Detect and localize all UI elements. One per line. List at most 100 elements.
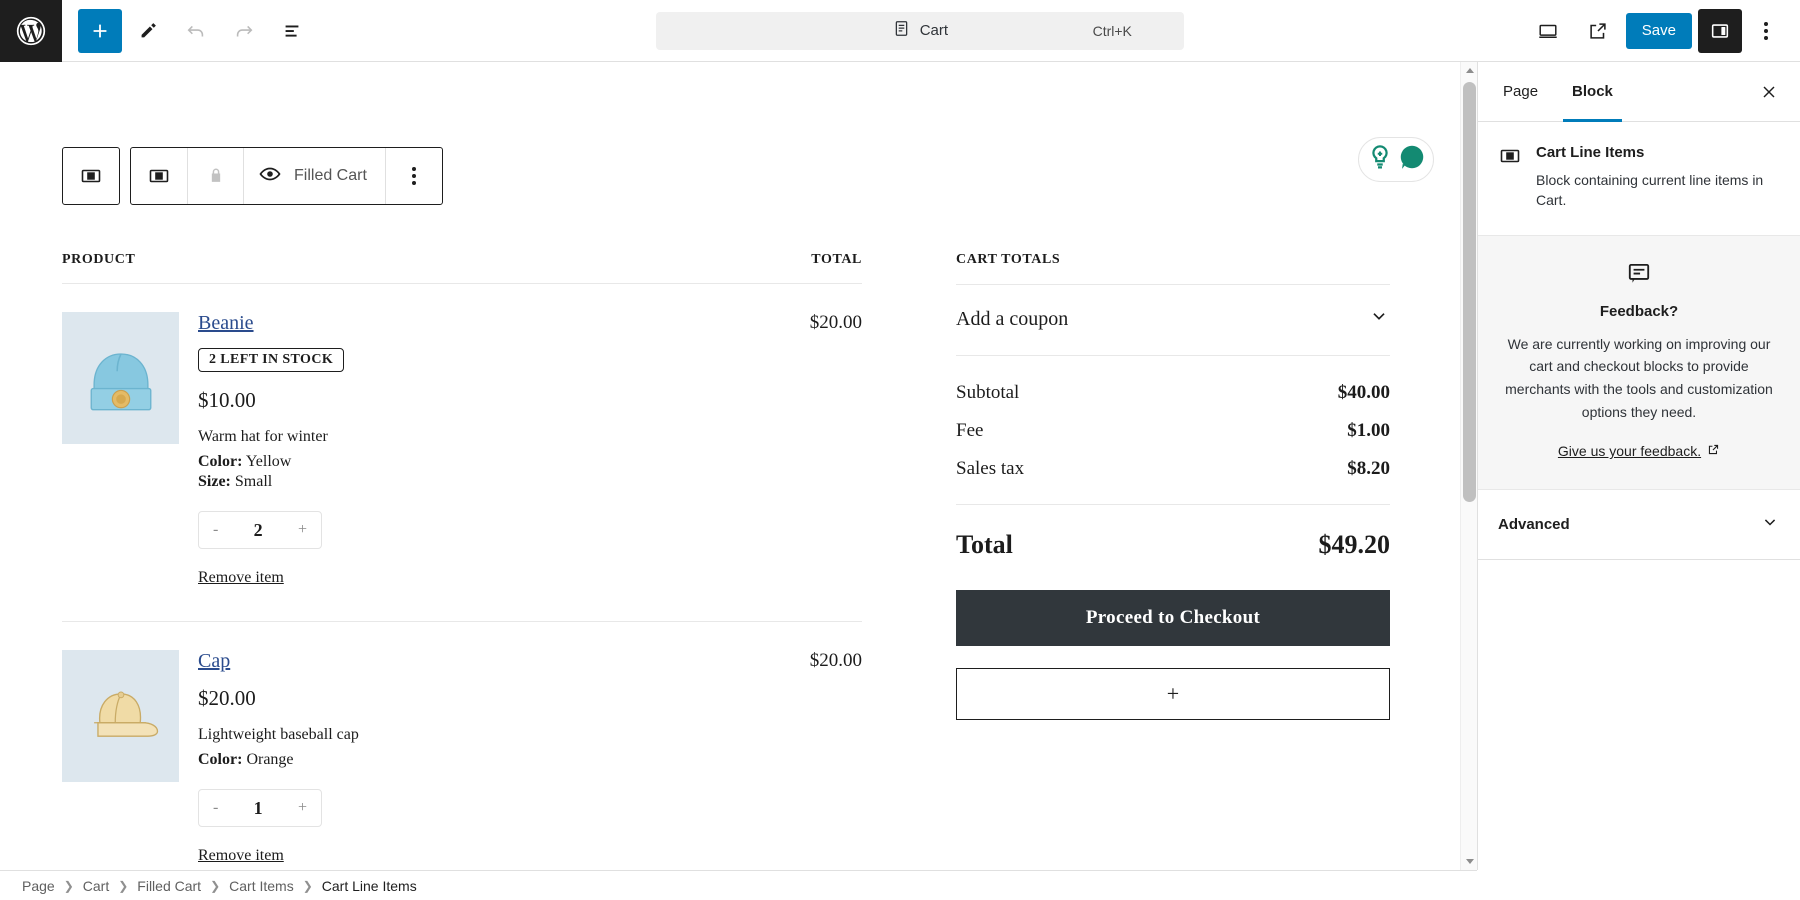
breadcrumb-item-cart-items[interactable]: Cart Items	[229, 878, 294, 894]
totals-row-value: $8.20	[1347, 458, 1390, 480]
edit-pencil-icon[interactable]	[126, 9, 170, 53]
scroll-down-arrow-icon[interactable]	[1461, 853, 1478, 870]
give-feedback-link[interactable]: Give us your feedback.	[1558, 443, 1720, 459]
view-desktop-icon[interactable]	[1526, 9, 1570, 53]
page-icon	[892, 19, 911, 42]
breadcrumb-item-filled-cart[interactable]: Filled Cart	[137, 878, 201, 894]
block-type-icon[interactable]	[131, 148, 188, 204]
preview-external-icon[interactable]	[1576, 9, 1620, 53]
close-icon[interactable]	[1752, 75, 1786, 109]
attribute-label: Color:	[198, 751, 242, 768]
settings-sidebar-icon[interactable]	[1698, 9, 1742, 53]
top-bar-right-tools: Save	[1526, 9, 1800, 53]
canvas-scrollbar[interactable]	[1460, 62, 1477, 870]
more-options-icon[interactable]	[1748, 10, 1784, 52]
add-block-icon[interactable]	[78, 9, 122, 53]
wordpress-logo-icon[interactable]	[0, 0, 62, 62]
product-description: Lightweight baseball cap	[198, 726, 862, 744]
totals-row: Fee $1.00	[956, 412, 1390, 450]
product-unit-price: $10.00	[198, 388, 862, 413]
attribute-label: Size:	[198, 473, 231, 490]
tab-page[interactable]: Page	[1486, 62, 1555, 122]
chevron-right-icon: ❯	[118, 879, 128, 893]
quantity-increase-button[interactable]: +	[298, 521, 307, 539]
command-bar-title: Cart	[920, 22, 948, 39]
canvas-inner: Filled Cart	[0, 62, 1472, 870]
attribute-value: Yellow	[246, 453, 292, 470]
lock-icon[interactable]	[188, 148, 244, 204]
command-bar-shortcut: Ctrl+K	[1093, 23, 1132, 39]
quantity-decrease-button[interactable]: -	[213, 799, 218, 817]
lightbulb-icon[interactable]	[1365, 142, 1395, 177]
block-card-text: Cart Line Items Block containing current…	[1536, 144, 1780, 211]
grand-total-value: $49.20	[1319, 530, 1391, 560]
product-name-link[interactable]: Beanie	[198, 312, 254, 335]
line-item-top: Beanie $20.00	[198, 312, 862, 335]
line-item-body: Cap $20.00 $20.00 Lightweight baseball c…	[179, 650, 862, 865]
grand-total-row: Total $49.20	[956, 505, 1390, 590]
cart-totals-rows: Subtotal $40.00 Fee $1.00 Sales tax $8.2…	[956, 356, 1390, 505]
breadcrumb-item-page[interactable]: Page	[22, 878, 55, 894]
feedback-panel: Feedback? We are currently working on im…	[1478, 235, 1800, 491]
product-thumbnail-beanie[interactable]	[62, 312, 179, 444]
preview-filled-cart-button[interactable]: Filled Cart	[244, 148, 386, 204]
breadcrumb-item-cart-line-items[interactable]: Cart Line Items	[322, 878, 417, 894]
quantity-stepper[interactable]: - 1 +	[198, 789, 322, 827]
proceed-to-checkout-button[interactable]: Proceed to Checkout	[956, 590, 1390, 646]
command-bar-wrapper: Cart Ctrl+K	[314, 12, 1526, 50]
totals-row-value: $1.00	[1347, 420, 1390, 442]
more-dots	[1764, 22, 1768, 40]
list-view-icon[interactable]	[270, 9, 314, 53]
block-card: Cart Line Items Block containing current…	[1478, 122, 1800, 235]
feedback-title: Feedback?	[1504, 303, 1774, 320]
scrollbar-thumb[interactable]	[1463, 82, 1476, 502]
product-thumbnail-cap[interactable]	[62, 650, 179, 782]
block-more-options-icon[interactable]	[386, 148, 442, 204]
block-toolbar: Filled Cart	[62, 147, 443, 205]
tab-block[interactable]: Block	[1555, 62, 1630, 122]
remove-item-link[interactable]: Remove item	[198, 569, 284, 587]
line-item-body: Beanie $20.00 2 LEFT IN STOCK $10.00 War…	[179, 312, 862, 587]
editor-root: Cart Ctrl+K Save	[0, 0, 1800, 900]
quantity-increase-button[interactable]: +	[298, 799, 307, 817]
chevron-right-icon: ❯	[303, 879, 313, 893]
block-drag-group	[62, 147, 120, 205]
totals-row-value: $40.00	[1338, 382, 1390, 404]
stock-badge: 2 LEFT IN STOCK	[198, 348, 344, 372]
cart-line-items-block[interactable]: PRODUCT TOTAL	[62, 252, 862, 870]
line-item-total: $20.00	[810, 650, 862, 672]
cart-block: PRODUCT TOTAL	[62, 252, 1414, 870]
scroll-up-arrow-icon[interactable]	[1461, 62, 1478, 79]
cart-line-item: Beanie $20.00 2 LEFT IN STOCK $10.00 War…	[62, 284, 862, 622]
block-appender-button[interactable]: +	[956, 668, 1390, 720]
totals-row-label: Subtotal	[956, 382, 1019, 404]
columns-block-icon[interactable]	[63, 148, 119, 204]
remove-item-link[interactable]: Remove item	[198, 847, 284, 865]
cart-totals-block: CART TOTALS Add a coupon Subtotal $40.00	[956, 252, 1390, 870]
beanie-thumb-icon	[73, 323, 169, 433]
chevron-down-icon	[1368, 305, 1390, 333]
advanced-panel-toggle[interactable]: Advanced	[1478, 490, 1800, 560]
undo-icon[interactable]	[174, 9, 218, 53]
chat-bubble-icon[interactable]	[1397, 142, 1427, 177]
preview-filled-cart-label: Filled Cart	[294, 167, 367, 185]
assistant-pills[interactable]	[1358, 137, 1434, 182]
command-bar[interactable]: Cart Ctrl+K	[656, 12, 1184, 50]
add-coupon-toggle[interactable]: Add a coupon	[956, 285, 1390, 356]
chevron-right-icon: ❯	[210, 879, 220, 893]
save-button[interactable]: Save	[1626, 13, 1692, 49]
give-feedback-label: Give us your feedback.	[1558, 443, 1701, 459]
totals-row: Sales tax $8.20	[956, 450, 1390, 488]
quantity-stepper[interactable]: - 2 +	[198, 511, 322, 549]
quantity-decrease-button[interactable]: -	[213, 521, 218, 539]
breadcrumb-item-cart[interactable]: Cart	[83, 878, 109, 894]
product-name-link[interactable]: Cap	[198, 650, 230, 673]
sidebar-tabs: Page Block	[1478, 62, 1800, 122]
column-header-total: TOTAL	[811, 252, 862, 268]
editor-canvas: Filled Cart	[0, 62, 1472, 870]
eye-icon	[258, 162, 282, 191]
redo-icon[interactable]	[222, 9, 266, 53]
cart-line-item: Cap $20.00 $20.00 Lightweight baseball c…	[62, 622, 862, 870]
comment-icon	[1626, 273, 1652, 290]
command-bar-center: Cart	[892, 19, 948, 42]
